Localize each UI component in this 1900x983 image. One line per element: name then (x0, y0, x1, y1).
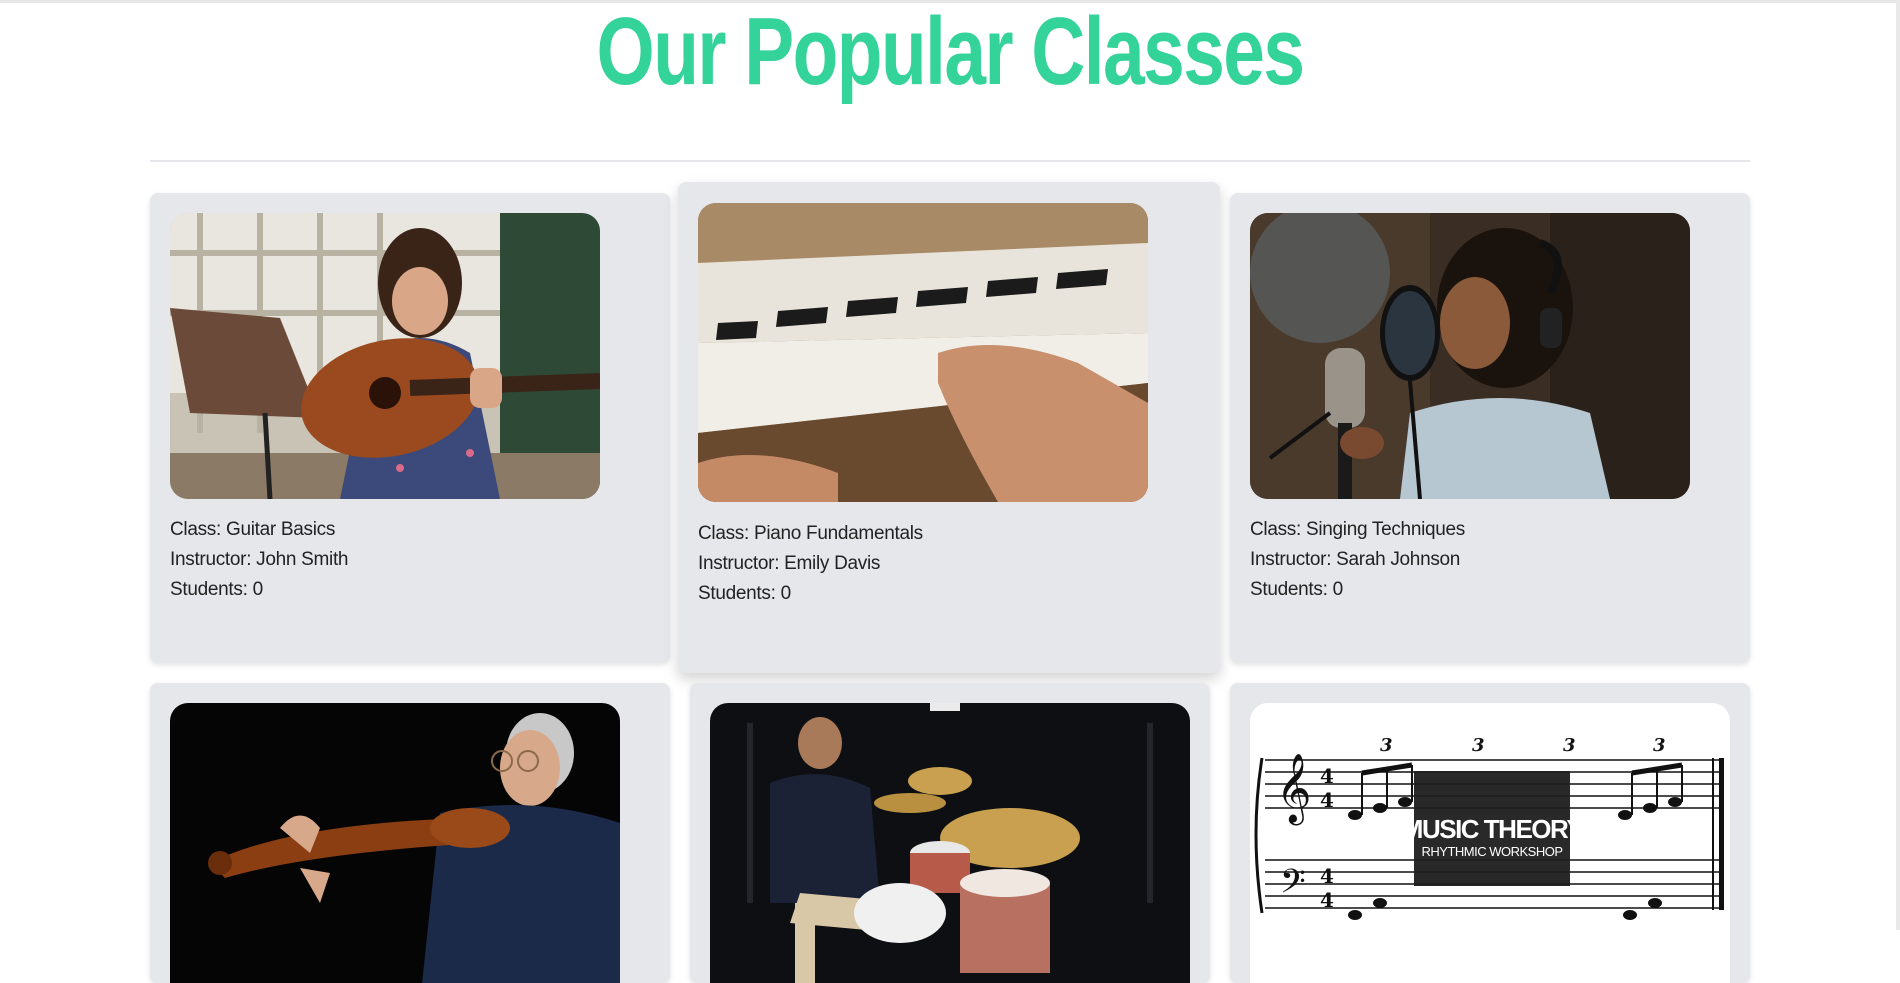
class-card-piano[interactable]: Class: Piano Fundamentals Instructor: Em… (678, 182, 1220, 673)
class-info: Class: Singing Techniques Instructor: Sa… (1250, 515, 1465, 605)
triplet-mark: 3 (1472, 735, 1485, 756)
triplet-mark: 3 (1380, 735, 1393, 756)
singing-class-image (1250, 213, 1690, 499)
students-label: Students: (1250, 579, 1333, 600)
students-count: 0 (252, 579, 264, 600)
svg-text:𝄢: 𝄢 (1280, 863, 1306, 909)
guitar-class-image (170, 213, 600, 499)
class-card-singing[interactable]: Class: Singing Techniques Instructor: Sa… (1230, 193, 1750, 663)
class-card-drums[interactable] (690, 683, 1210, 983)
piano-class-image (698, 203, 1148, 502)
svg-text:𝄞: 𝄞 (1276, 753, 1311, 825)
students-line: Students: 0 (170, 575, 348, 605)
svg-text:4: 4 (1320, 788, 1334, 812)
music-theory-subtitle: RHYTHMIC WORKSHOP (1422, 844, 1563, 859)
drums-class-image (710, 703, 1190, 983)
instructor-name: Sarah Johnson (1336, 549, 1461, 570)
triplet-mark: 3 (1653, 735, 1666, 756)
music-theory-title: MUSIC THEORY (1402, 814, 1584, 844)
class-name-line: Class: Guitar Basics (170, 515, 348, 545)
instructor-name: Emily Davis (784, 553, 881, 574)
class-info: Class: Piano Fundamentals Instructor: Em… (698, 519, 923, 609)
students-label: Students: (698, 583, 781, 604)
instructor-line: Instructor: Sarah Johnson (1250, 545, 1465, 575)
instructor-line: Instructor: John Smith (170, 545, 349, 575)
violin-class-image (170, 703, 620, 983)
class-card-violin[interactable] (150, 683, 670, 983)
students-line: Students: 0 (1250, 575, 1465, 605)
class-card-guitar[interactable]: Class: Guitar Basics Instructor: John Sm… (150, 193, 670, 663)
scrollbar-track[interactable] (1896, 0, 1900, 930)
instructor-label: Instructor: (698, 553, 785, 574)
class-label: Class: (698, 523, 754, 544)
svg-text:4: 4 (1320, 764, 1334, 788)
instructor-label: Instructor: (170, 549, 257, 570)
class-label: Class: (170, 519, 226, 540)
svg-text:4: 4 (1320, 864, 1334, 888)
section-divider (150, 160, 1750, 162)
class-name: Piano Fundamentals (753, 523, 923, 544)
class-card-music-theory[interactable]: 𝄞 𝄢 44 44 3 3 3 3 MUSIC THEORY RHYTHMIC … (1230, 683, 1750, 983)
svg-text:4: 4 (1320, 888, 1334, 912)
page-title: Our Popular Classes (596, 0, 1306, 105)
instructor-label: Instructor: (1250, 549, 1337, 570)
students-line: Students: 0 (698, 579, 923, 609)
students-label: Students: (170, 579, 253, 600)
class-info: Class: Guitar Basics Instructor: John Sm… (170, 515, 349, 605)
instructor-line: Instructor: Emily Davis (698, 549, 923, 579)
class-name-line: Class: Singing Techniques (1250, 515, 1465, 545)
class-name: Singing Techniques (1305, 519, 1466, 540)
music-theory-class-image: 𝄞 𝄢 44 44 3 3 3 3 MUSIC THEORY RHYTHMIC … (1250, 703, 1730, 983)
students-count: 0 (780, 583, 792, 604)
class-label: Class: (1250, 519, 1306, 540)
triplet-mark: 3 (1563, 735, 1576, 756)
class-name: Guitar Basics (225, 519, 336, 540)
students-count: 0 (1332, 579, 1344, 600)
class-name-line: Class: Piano Fundamentals (698, 519, 923, 549)
instructor-name: John Smith (256, 549, 349, 570)
